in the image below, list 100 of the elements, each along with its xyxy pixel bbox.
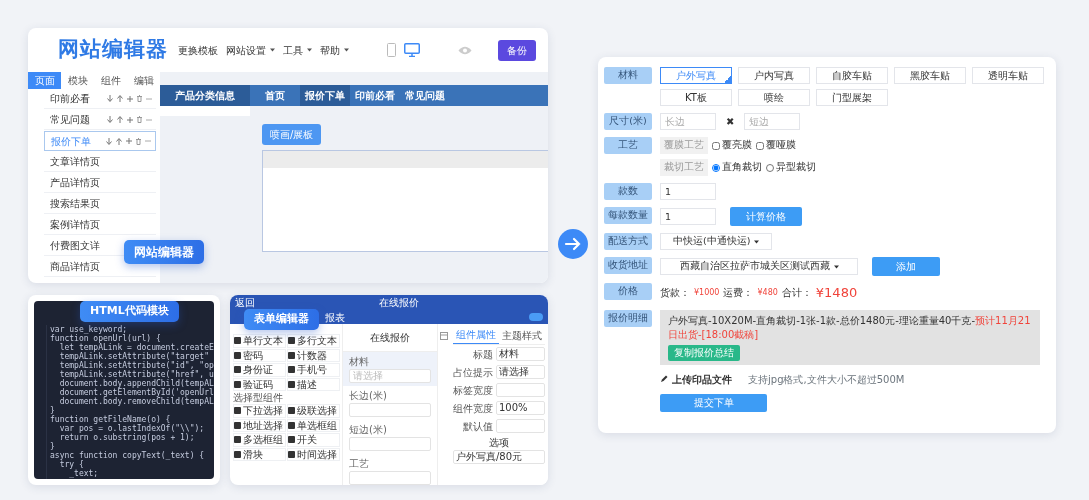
component-item[interactable]: 时间选择 [287,447,340,461]
select-field[interactable]: 中快运(中通快运) [660,233,773,250]
panel-tab[interactable]: 组件属性 [453,326,499,344]
component-item[interactable]: 单行文本 [233,334,286,348]
select-field[interactable]: 西藏自治区拉萨市城关区测试西藏 [660,258,858,275]
component-item[interactable]: 身份证 [233,363,286,377]
nav-link[interactable]: 报价下单 [300,85,350,106]
component-item[interactable]: 滑块 [233,447,286,461]
input-field[interactable]: 1 [660,183,716,200]
publish-button[interactable] [529,313,543,321]
add-icon[interactable] [127,95,133,102]
menu-item[interactable]: 网站设置 [226,42,275,58]
option-button[interactable]: 户外写真 [660,67,732,84]
component-item[interactable]: 验证码 [233,377,286,391]
option-field[interactable]: 户外写真/80元 [453,450,545,464]
option-button[interactable]: 门型展架 [816,89,888,106]
nav-link[interactable]: 常见问题 [400,85,450,106]
trash-icon[interactable] [137,116,142,123]
price-label: 运费： [723,286,754,301]
code-line: try { [59,460,85,469]
option-button[interactable]: 自胶车贴 [816,67,888,84]
back-link[interactable]: 返回 [235,295,255,310]
option-label: 裁切工艺 [660,159,708,176]
backup-button[interactable]: 备份 [498,39,536,61]
caret-icon [833,264,839,269]
property-field[interactable] [496,383,545,397]
feature-tooltip: 表单编辑器 [244,309,319,330]
code-line: tempALink.setAttribute("id", "op [58,361,214,370]
minus-icon[interactable] [146,97,152,100]
component-item[interactable]: 多选框组 [233,433,286,447]
down-arrow-icon[interactable] [107,116,113,123]
property-field[interactable]: 100% [496,401,545,415]
page-item[interactable]: 报价下单 [44,131,156,151]
field-label: 收货地址 [604,257,652,274]
option-button[interactable]: 黑胶车贴 [894,67,966,84]
field-label: 报价明细 [604,309,652,327]
trash-icon[interactable] [137,95,142,102]
component-item[interactable]: 地址选择 [233,418,286,432]
price-label: 合计： [781,286,812,301]
option-button[interactable]: 户内写真 [738,67,810,84]
form-title: 在线报价 [379,296,419,310]
up-arrow-icon[interactable] [117,116,123,123]
up-arrow-icon[interactable] [116,137,122,145]
menu-item[interactable]: 报表 [325,309,345,325]
menu-item[interactable]: 更换模板 [178,42,218,58]
input-field[interactable]: 短边 [744,113,801,130]
panel-tab[interactable]: 主题样式 [499,326,545,344]
checkbox[interactable] [712,141,720,150]
category-menu[interactable]: 产品分类信息 [160,85,250,106]
radio-button[interactable] [712,163,720,172]
down-arrow-icon[interactable] [107,95,113,102]
up-arrow-icon[interactable] [117,95,123,102]
code-line: function getFileName(o) { [50,415,171,424]
component-item[interactable]: 描述 [287,377,340,391]
option-button[interactable]: 喷绘 [738,89,810,106]
desktop-icon[interactable] [404,43,420,57]
menu-item[interactable]: 工具 [283,42,312,58]
property-label: 组件宽度 [453,401,493,416]
component-item[interactable]: 密码 [233,348,286,362]
upload-link[interactable]: 上传印品文件 [660,371,732,387]
input-field[interactable] [349,437,431,451]
minus-icon[interactable] [146,118,152,121]
section-header: 选项 [488,436,510,450]
input-field[interactable]: 长边 [660,113,716,130]
property-label: 默认值 [462,419,493,434]
total-price: ¥1480 [815,284,858,302]
quote-summary: 户外写真-10X20M-直角裁切-1张-1款-总价1480元-理论重量40千克-预计11月21日出货-[18:00截稿] [668,313,1032,342]
feature-tooltip: HTML代码模块 [80,301,179,322]
trash-icon[interactable] [136,137,141,145]
option-button[interactable]: 透明车贴 [972,67,1044,84]
add-icon[interactable] [126,138,132,144]
add-icon[interactable] [127,116,133,123]
component-item[interactable]: 计数器 [287,348,340,362]
component-item[interactable]: 单选框组 [287,418,340,432]
code-line: return o.substring(pos + 1); [58,433,195,442]
input-field[interactable]: 1 [660,208,716,225]
property-field[interactable] [496,419,545,433]
eye-icon[interactable] [458,45,472,55]
nav-link[interactable]: 首页 [250,85,300,106]
nav-link[interactable]: 印前必看 [350,85,400,106]
layout-icon[interactable] [440,332,448,340]
input-field[interactable] [349,403,431,417]
menu-item[interactable]: 帮助 [320,42,349,58]
component-item[interactable]: 下拉选择 [233,404,286,418]
property-field[interactable]: 材料 [496,347,545,361]
radio-button[interactable] [766,163,774,172]
input-field[interactable] [349,471,431,485]
code-line: } [50,442,56,451]
down-arrow-icon[interactable] [106,137,112,145]
price-value: ¥1000 [694,286,720,299]
option-label: 覆膜工艺 [660,137,708,154]
checkbox[interactable] [756,141,764,150]
mobile-icon[interactable] [387,43,396,57]
option-button[interactable]: KT板 [660,89,732,106]
component-item[interactable]: 级联选择 [287,404,340,418]
component-item[interactable]: 手机号 [287,363,340,377]
field-label: 材料 [349,355,370,369]
property-field[interactable]: 请选择 [496,365,545,379]
component-item[interactable]: 开关 [287,433,340,447]
component-item[interactable]: 多行文本 [287,334,340,348]
